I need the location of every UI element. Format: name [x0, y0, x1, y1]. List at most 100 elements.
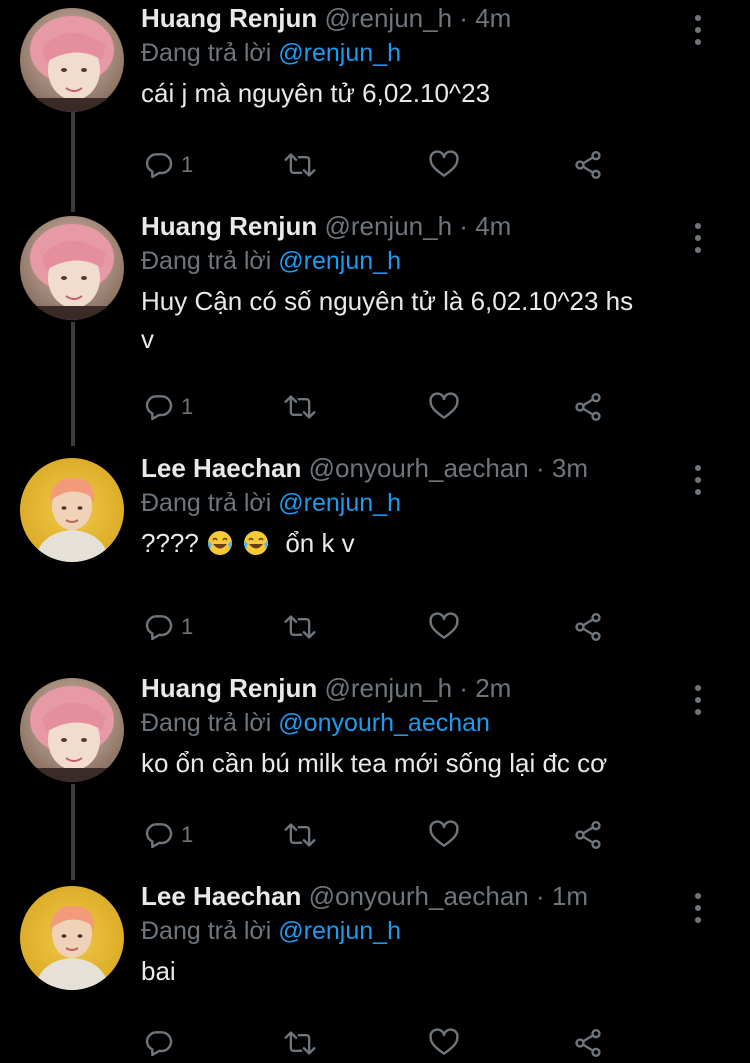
tweet-text-body: ổn k v: [285, 528, 355, 558]
replying-to-handle[interactable]: @renjun_h: [278, 247, 401, 275]
tweet[interactable]: Huang Renjun @renjun_h · 4m Đang trả lời…: [0, 0, 750, 210]
user-handle[interactable]: @onyourh_aechan: [309, 453, 529, 483]
like-button[interactable]: [428, 607, 460, 647]
tweet-actions: [141, 1023, 621, 1063]
retweet-button[interactable]: [283, 607, 317, 647]
tweet-header: Huang Renjun @renjun_h · 2m: [141, 670, 720, 706]
like-button[interactable]: [428, 1023, 460, 1063]
avatar[interactable]: [20, 458, 124, 562]
like-button[interactable]: [428, 815, 460, 855]
tweet-header: Lee Haechan @onyourh_aechan · 3m: [141, 450, 720, 486]
avatar[interactable]: [20, 8, 124, 112]
laughing-emoji-icon: [244, 531, 269, 555]
share-button[interactable]: [572, 607, 604, 647]
separator-dot: ·: [459, 3, 468, 33]
separator-dot: ·: [459, 211, 468, 241]
reply-icon: [145, 395, 173, 421]
reply-count: 1: [181, 394, 194, 419]
share-button[interactable]: [572, 1023, 604, 1063]
display-name[interactable]: Lee Haechan: [141, 881, 301, 911]
replying-to-handle[interactable]: @onyourh_aechan: [278, 709, 490, 737]
tweet-text: cái j mà nguyên tử 6,02.10^23: [141, 78, 491, 108]
tweet-actions: 1: [141, 607, 621, 647]
tweet[interactable]: Lee Haechan @onyourh_aechan · 3m Đang tr…: [0, 450, 750, 670]
like-icon: [429, 612, 459, 639]
reply-button[interactable]: 1: [143, 815, 193, 855]
replying-to-label: Đang trả lời: [141, 39, 272, 67]
user-handle[interactable]: @renjun_h: [324, 3, 452, 33]
replying-to: Đang trả lời @renjun_h: [141, 914, 720, 948]
replying-to-label: Đang trả lời: [141, 917, 272, 945]
tweet-actions: 1: [141, 145, 621, 185]
timestamp[interactable]: 2m: [475, 673, 511, 703]
reply-button[interactable]: [143, 1023, 181, 1063]
more-options-icon[interactable]: [692, 220, 704, 256]
separator-dot: ·: [536, 881, 545, 911]
share-button[interactable]: [572, 145, 604, 185]
like-button[interactable]: [428, 387, 460, 427]
reply-button[interactable]: 1: [143, 607, 193, 647]
replying-to-label: Đang trả lời: [141, 709, 272, 737]
laughing-emoji-icon: [208, 531, 233, 555]
tweet[interactable]: Lee Haechan @onyourh_aechan · 1m Đang tr…: [0, 878, 750, 1059]
more-options-icon[interactable]: [692, 890, 704, 926]
display-name[interactable]: Huang Renjun: [141, 211, 317, 241]
tweet-header: Huang Renjun @renjun_h · 4m: [141, 0, 720, 36]
share-icon: [575, 1029, 601, 1057]
tweet[interactable]: Huang Renjun @renjun_h · 4m Đang trả lời…: [0, 208, 750, 448]
user-handle[interactable]: @renjun_h: [324, 211, 452, 241]
retweet-button[interactable]: [283, 815, 317, 855]
tweet[interactable]: Huang Renjun @renjun_h · 2m Đang trả lời…: [0, 670, 750, 880]
display-name[interactable]: Lee Haechan: [141, 453, 301, 483]
timestamp[interactable]: 4m: [475, 211, 511, 241]
replying-to-handle[interactable]: @renjun_h: [278, 39, 401, 67]
timestamp[interactable]: 3m: [552, 453, 588, 483]
replying-to: Đang trả lời @renjun_h: [141, 36, 720, 70]
share-icon: [575, 393, 601, 421]
like-icon: [429, 820, 459, 847]
reply-button[interactable]: 1: [143, 145, 193, 185]
timestamp[interactable]: 1m: [552, 881, 588, 911]
tweet-text: ???? ổn k v: [141, 524, 720, 562]
reply-icon: [145, 823, 173, 849]
tweet-header: Lee Haechan @onyourh_aechan · 1m: [141, 878, 720, 914]
replying-to: Đang trả lời @onyourh_aechan: [141, 706, 720, 740]
tweet-text: ko ổn cần bú milk tea mới sống lại đc cơ: [141, 748, 608, 778]
separator-dot: ·: [536, 453, 545, 483]
retweet-button[interactable]: [283, 1023, 317, 1063]
like-icon: [429, 392, 459, 419]
retweet-button[interactable]: [283, 145, 317, 185]
reply-count: 1: [181, 614, 194, 639]
user-handle[interactable]: @onyourh_aechan: [309, 881, 529, 911]
replying-to-label: Đang trả lời: [141, 489, 272, 517]
share-icon: [575, 613, 601, 641]
share-button[interactable]: [572, 387, 604, 427]
tweet-text-prefix: ????: [141, 528, 199, 558]
avatar[interactable]: [20, 216, 124, 320]
share-button[interactable]: [572, 815, 604, 855]
share-icon: [575, 821, 601, 849]
tweet-text: Huy Cận có số nguyên tử là 6,02.10^23 hs…: [141, 286, 634, 354]
avatar[interactable]: [20, 886, 124, 990]
replying-to-label: Đang trả lời: [141, 247, 272, 275]
more-options-icon[interactable]: [692, 462, 704, 498]
timestamp[interactable]: 4m: [475, 3, 511, 33]
more-options-icon[interactable]: [692, 12, 704, 48]
tweet-actions: 1: [141, 815, 621, 855]
tweet-text: bai: [141, 956, 176, 986]
user-handle[interactable]: @renjun_h: [324, 673, 452, 703]
avatar[interactable]: [20, 678, 124, 782]
replying-to: Đang trả lời @renjun_h: [141, 244, 720, 278]
share-icon: [575, 151, 601, 179]
more-options-icon[interactable]: [692, 682, 704, 718]
retweet-icon: [284, 1031, 316, 1055]
like-button[interactable]: [428, 145, 460, 185]
reply-button[interactable]: 1: [143, 387, 193, 427]
retweet-button[interactable]: [283, 387, 317, 427]
display-name[interactable]: Huang Renjun: [141, 3, 317, 33]
retweet-icon: [284, 395, 316, 419]
display-name[interactable]: Huang Renjun: [141, 673, 317, 703]
replying-to-handle[interactable]: @renjun_h: [278, 917, 401, 945]
replying-to-handle[interactable]: @renjun_h: [278, 489, 401, 517]
separator-dot: ·: [459, 673, 468, 703]
